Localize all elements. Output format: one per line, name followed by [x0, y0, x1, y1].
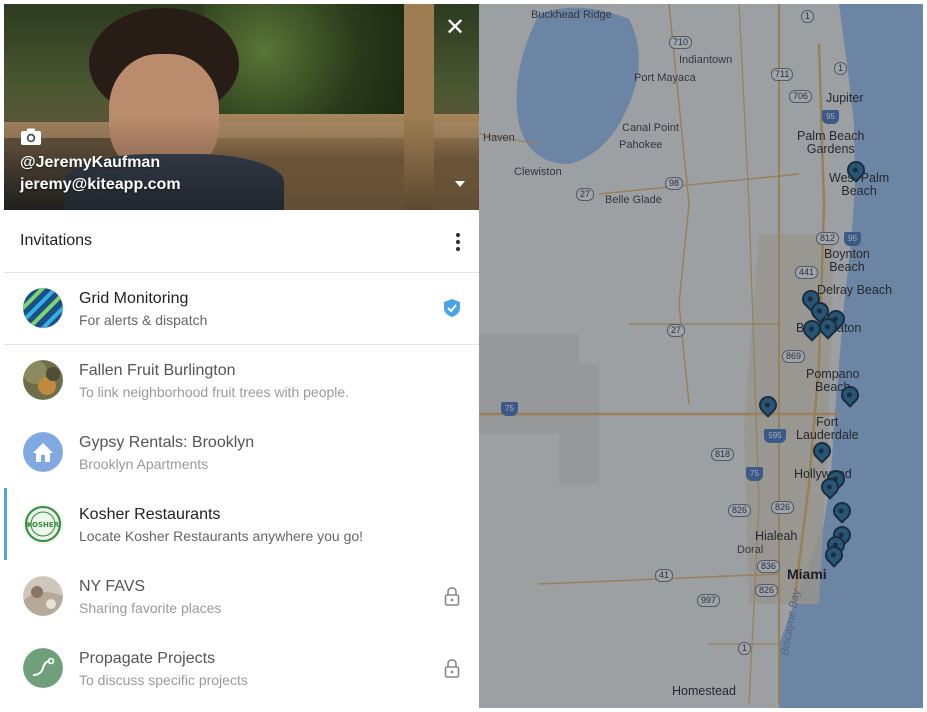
item-subtitle: Sharing favorite places: [79, 600, 222, 616]
item-subtitle: To link neighborhood fruit trees with pe…: [79, 384, 350, 400]
navigation-drawer: ✕ @JeremyKaufman jeremy@kiteapp.com Invi…: [4, 4, 479, 708]
route-shield: 27: [667, 324, 686, 337]
list-item-ny-favs[interactable]: NY FAVS Sharing favorite places: [4, 560, 479, 632]
avatar: [23, 360, 63, 400]
route-shield: 441: [795, 266, 819, 279]
route-shield: 27: [576, 188, 595, 201]
list-item-fallen-fruit-burlington[interactable]: Fallen Fruit Burlington To link neighbor…: [4, 344, 479, 416]
item-title: Fallen Fruit Burlington: [79, 362, 236, 379]
item-subtitle: For alerts & dispatch: [79, 312, 208, 328]
user-email: jeremy@kiteapp.com: [20, 176, 181, 193]
route-shield: 812: [816, 232, 840, 245]
item-subtitle: Locate Kosher Restaurants anywhere you g…: [79, 528, 364, 544]
route-shield: 818: [711, 448, 735, 461]
route-shield: 711: [771, 68, 794, 81]
place-fort-lauderdale: Fort Lauderdale: [796, 415, 859, 442]
item-title: NY FAVS: [79, 578, 146, 595]
profile-header: ✕ @JeremyKaufman jeremy@kiteapp.com: [4, 4, 479, 210]
route-shield: 836: [757, 560, 781, 573]
kosher-logo-text: KOSHER: [27, 521, 60, 529]
section-title: Invitations: [20, 232, 93, 249]
route-shield: 826: [728, 504, 752, 517]
place-port-mayaca: Port Mayaca: [634, 72, 696, 84]
place-miami: Miami: [787, 566, 827, 582]
place-homestead: Homestead: [672, 684, 736, 698]
chevron-down-icon[interactable]: [453, 177, 467, 191]
avatar: [23, 288, 63, 328]
item-title: Propagate Projects: [79, 650, 216, 667]
user-handle: @JeremyKaufman: [20, 154, 161, 171]
route-shield: 1: [834, 62, 848, 75]
route-shield: 706: [789, 90, 813, 103]
route-shield: 869: [782, 350, 806, 363]
app-frame: Buckhead Ridge Indiantown Port Mayaca Ju…: [4, 4, 923, 708]
list-item-propagate-projects[interactable]: Propagate Projects To discuss specific p…: [4, 632, 479, 704]
lock-icon: [444, 587, 460, 606]
route-shield: 997: [697, 594, 721, 607]
place-delray-beach: Delray Beach: [817, 283, 893, 297]
route-shield: 98: [665, 177, 684, 190]
interstate-shield: 75: [746, 467, 763, 481]
avatar: [23, 648, 63, 688]
place-haven: Haven: [483, 132, 515, 144]
route-shield: 710: [669, 36, 693, 49]
route-shield: 826: [755, 584, 779, 597]
place-pahokee: Pahokee: [619, 139, 663, 151]
item-title: Gypsy Rentals: Brooklyn: [79, 434, 255, 451]
place-boynton-beach: Boynton Beach: [824, 247, 870, 274]
interstate-shield: 595: [764, 429, 786, 443]
route-shield: 826: [771, 501, 795, 514]
place-belle-glade: Belle Glade: [605, 194, 662, 206]
item-title: Kosher Restaurants: [79, 506, 221, 523]
close-icon[interactable]: ✕: [443, 16, 467, 40]
list-item-kosher-restaurants[interactable]: KOSHER Kosher Restaurants Locate Kosher …: [4, 488, 479, 560]
camera-icon[interactable]: [20, 128, 42, 146]
item-subtitle: Brooklyn Apartments: [79, 456, 209, 472]
place-indiantown: Indiantown: [679, 54, 733, 66]
lock-icon: [444, 659, 460, 678]
place-canal-point: Canal Point: [622, 122, 679, 134]
interstate-shield: 75: [501, 402, 518, 416]
item-subtitle: To discuss specific projects: [79, 672, 248, 688]
avatar: [23, 432, 63, 472]
route-shield: 1: [801, 10, 815, 23]
invitations-header: Invitations: [4, 210, 479, 273]
list-item-grid-monitoring[interactable]: Grid Monitoring For alerts & dispatch: [4, 272, 479, 344]
interstate-shield: 95: [822, 110, 839, 124]
interstate-shield: 95: [844, 232, 861, 246]
place-buckhead-ridge: Buckhead Ridge: [531, 9, 612, 21]
place-palm-beach-gardens: Palm Beach Gardens: [797, 129, 865, 156]
place-clewiston: Clewiston: [514, 166, 562, 178]
place-doral: Doral: [737, 544, 764, 556]
place-jupiter: Jupiter: [826, 91, 864, 105]
place-hialeah: Hialeah: [755, 529, 798, 543]
avatar: KOSHER: [23, 504, 63, 544]
verified-shield-icon: [444, 299, 460, 317]
avatar: [23, 576, 63, 616]
route-shield: 1: [738, 642, 752, 655]
more-vert-icon[interactable]: [455, 232, 461, 252]
route-shield: 41: [655, 569, 674, 582]
map-view[interactable]: Buckhead Ridge Indiantown Port Mayaca Ju…: [479, 4, 923, 708]
item-title: Grid Monitoring: [79, 290, 189, 307]
list-item-gypsy-rentals-brooklyn[interactable]: Gypsy Rentals: Brooklyn Brooklyn Apartme…: [4, 416, 479, 488]
